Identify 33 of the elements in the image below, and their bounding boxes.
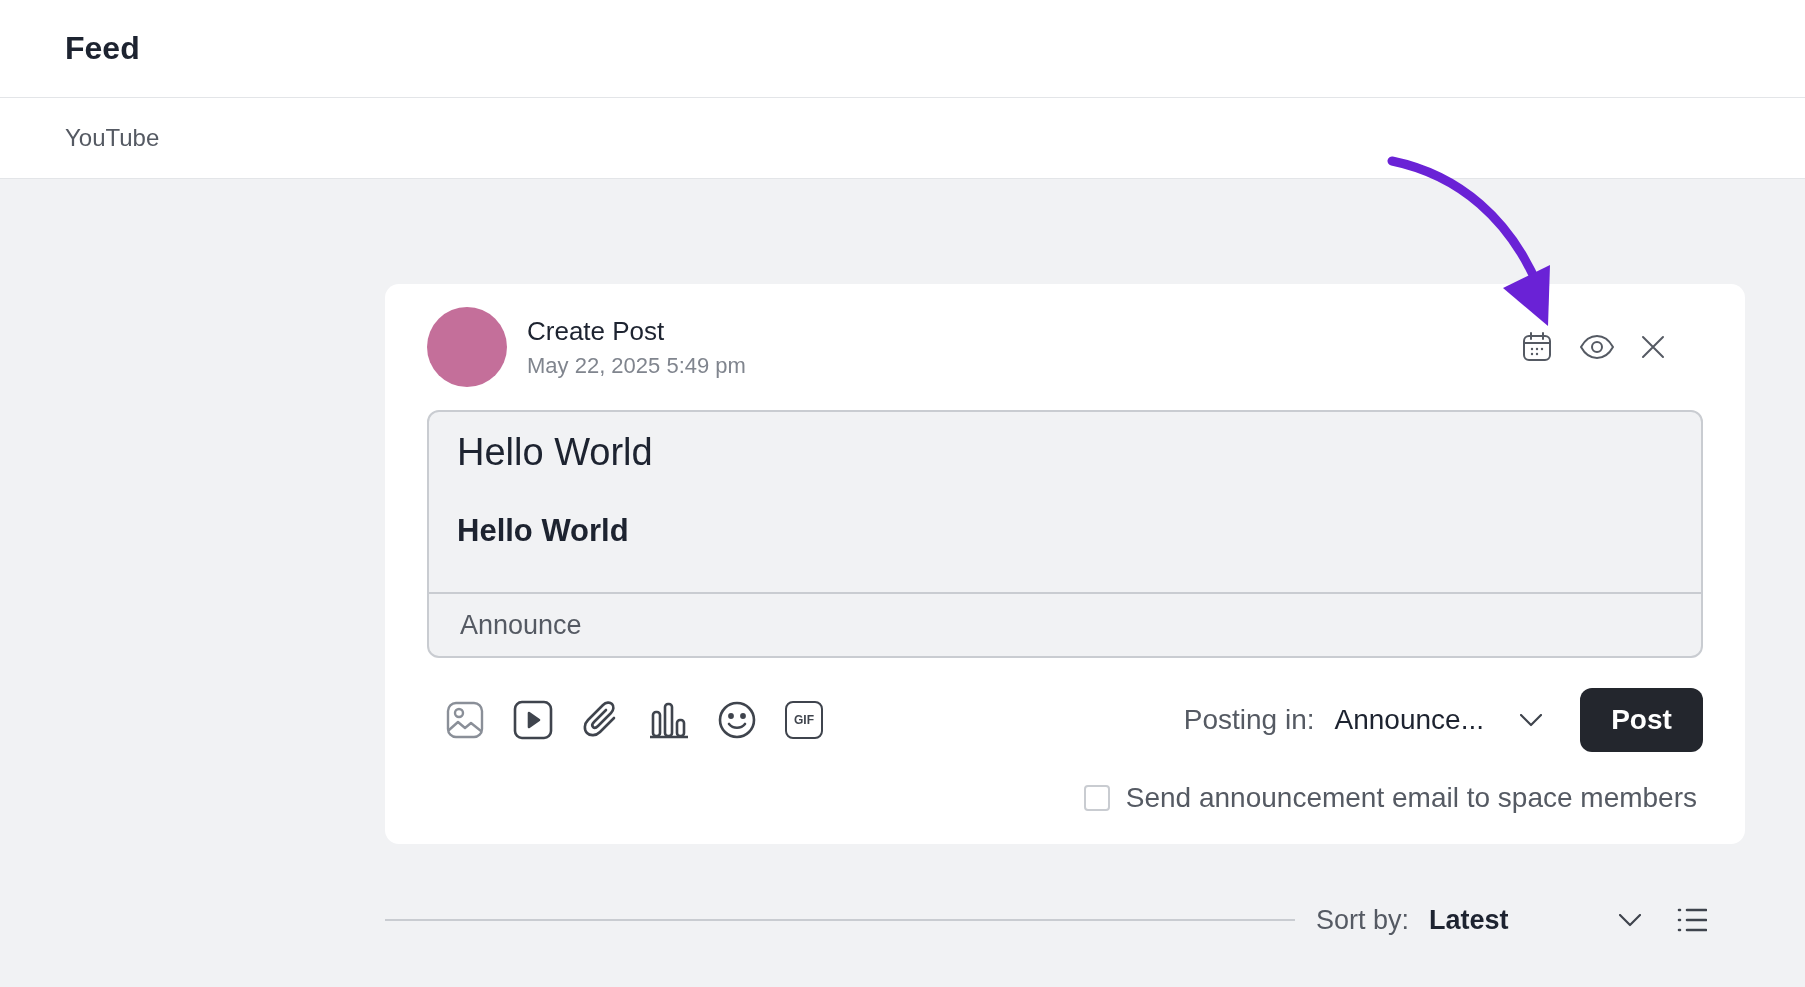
calendar-icon bbox=[1521, 331, 1553, 363]
bar-chart-button[interactable] bbox=[649, 700, 689, 740]
smiley-button[interactable] bbox=[717, 700, 757, 740]
calendar-button[interactable] bbox=[1521, 331, 1553, 363]
bar-chart-icon bbox=[649, 700, 689, 740]
post-editor[interactable]: Hello World Hello World Announce bbox=[427, 410, 1703, 658]
space-dropdown[interactable]: Announce... bbox=[1334, 704, 1542, 736]
smiley-icon bbox=[717, 700, 757, 740]
post-heading: Hello World bbox=[457, 432, 654, 474]
page-title: Feed bbox=[65, 30, 140, 67]
play-button[interactable] bbox=[513, 700, 553, 740]
email-option-label: Send announcement email to space members bbox=[1125, 782, 1697, 814]
sort-label: Sort by: bbox=[1316, 904, 1410, 936]
post-body: Hello World bbox=[457, 513, 630, 548]
chevron-down-icon bbox=[1520, 713, 1542, 727]
subnav-link[interactable]: YouTube bbox=[65, 124, 160, 152]
post-button[interactable]: Post bbox=[1580, 688, 1703, 752]
sort-dropdown[interactable]: Latest bbox=[1429, 904, 1641, 936]
chevron-down-icon bbox=[1618, 913, 1641, 927]
composer-title: Create Post bbox=[527, 315, 666, 347]
topic-field[interactable]: Announce bbox=[460, 609, 582, 641]
play-icon bbox=[513, 700, 553, 740]
eye-icon bbox=[1579, 334, 1615, 360]
close-button[interactable] bbox=[1641, 335, 1665, 359]
email-checkbox[interactable] bbox=[1083, 785, 1110, 811]
close-icon bbox=[1641, 335, 1665, 359]
eye-button[interactable] bbox=[1579, 334, 1615, 360]
list-view-icon[interactable] bbox=[1676, 907, 1707, 933]
image-icon bbox=[445, 700, 485, 740]
post-timestamp: May 22, 2025 5:49 pm bbox=[527, 352, 747, 379]
gif-button[interactable]: GIF bbox=[785, 701, 823, 739]
image-button[interactable] bbox=[445, 700, 485, 740]
posting-in-label: Posting in: bbox=[1183, 704, 1315, 736]
